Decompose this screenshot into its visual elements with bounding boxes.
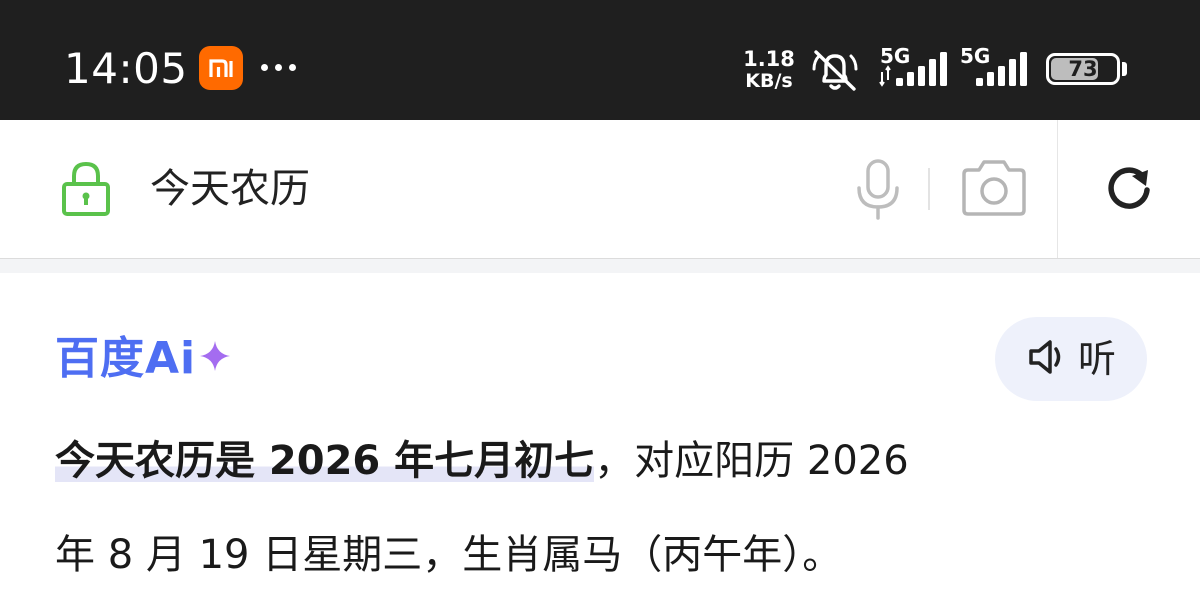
section-gap — [0, 259, 1200, 273]
mic-icon[interactable] — [855, 158, 901, 226]
answer-highlight: 今天农历是 2026 年七月初七 — [55, 438, 595, 484]
answer-line-2: 年 8 月 19 日星期三，生肖属马（丙午年）。 — [55, 532, 843, 578]
listen-label: 听 — [1077, 337, 1116, 381]
answer-line-1: 今天农历是 2026 年七月初七，对应阳历 2026 — [55, 433, 1145, 489]
baidu-ai-logo: 百度Ai — [55, 331, 232, 387]
mute-bell-icon — [808, 47, 862, 97]
signal-icon: 5G — [878, 44, 954, 94]
status-bar: 14:05 1.18 KB/s 5G 5G 73 — [0, 0, 1200, 120]
refresh-icon[interactable] — [1104, 164, 1154, 218]
net-speed: 1.18 KB/s — [738, 48, 800, 92]
answer-line-1-rest: ，对应阳历 2026 — [594, 438, 909, 484]
battery-icon: 73 — [1046, 53, 1120, 85]
answer-text: 今天农历是 2026 年七月初七，对应阳历 2026 年 8 月 19 日星期三… — [55, 433, 1145, 583]
xiaomi-icon — [199, 46, 243, 90]
camera-icon[interactable] — [959, 156, 1029, 224]
more-dots-icon — [261, 64, 296, 71]
speaker-icon — [1026, 336, 1068, 382]
battery-level: 73 — [1068, 57, 1098, 81]
ai-answer-card: 百度Ai 听 今天农历是 2026 年七月初七，对应阳历 2026 年 8 月 … — [0, 273, 1200, 610]
net-speed-unit: KB/s — [745, 70, 793, 92]
signal-1-label: 5G — [880, 44, 910, 68]
lock-icon — [60, 160, 112, 222]
listen-button[interactable]: 听 — [995, 317, 1147, 401]
sparkle-icon — [198, 331, 232, 387]
status-time: 14:05 — [64, 44, 188, 93]
search-bar[interactable]: 今天农历 — [0, 120, 1200, 259]
signal-2-label: 5G — [960, 44, 990, 68]
battery-cap — [1122, 62, 1127, 76]
search-divider — [928, 168, 930, 210]
refresh-button[interactable] — [1057, 120, 1200, 258]
browser-screen: 14:05 1.18 KB/s 5G 5G 73 今天农历 百度Ai 听 今天农… — [0, 0, 1200, 610]
signal-icon: 5G — [958, 44, 1034, 94]
net-speed-value: 1.18 — [743, 47, 795, 71]
brand-text: 百度Ai — [55, 333, 197, 384]
search-query[interactable]: 今天农历 — [150, 162, 310, 216]
